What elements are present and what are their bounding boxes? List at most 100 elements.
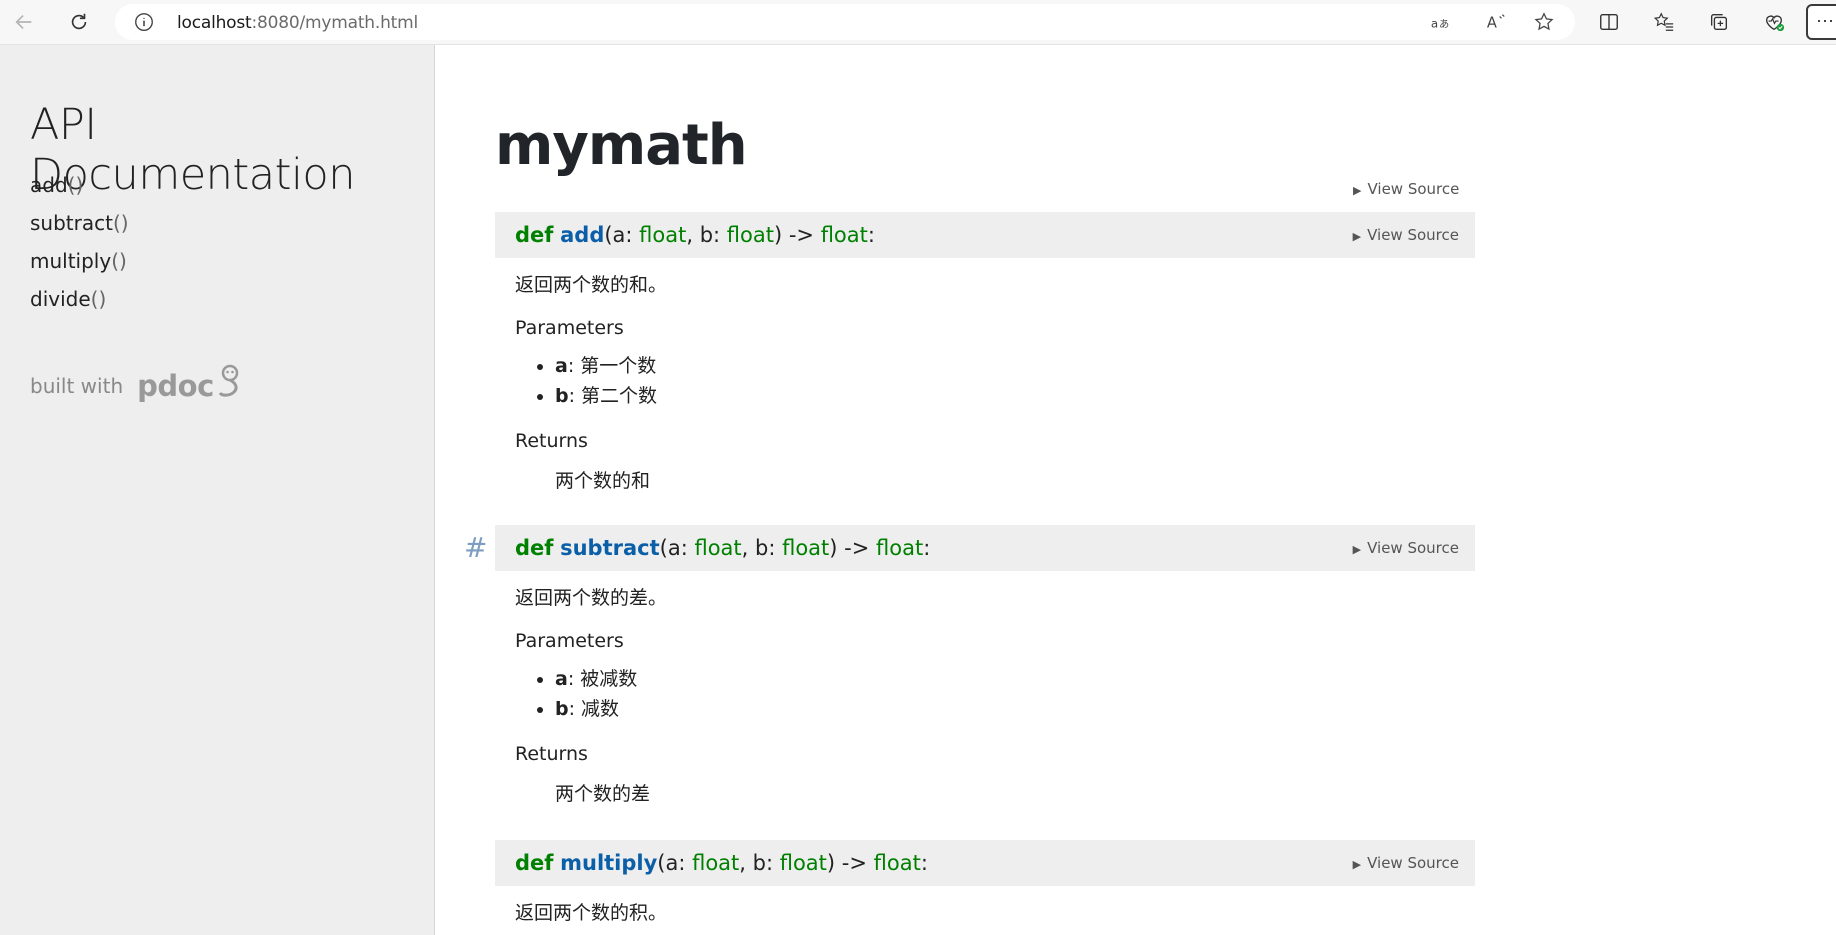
read-aloud-icon[interactable]: A	[1485, 11, 1507, 33]
signature-part: , b:	[741, 536, 783, 560]
function-docstring: 返回两个数的积。	[495, 898, 1475, 926]
disclosure-triangle-icon: ▶	[1352, 543, 1362, 556]
pdoc-snake-icon	[218, 364, 239, 397]
signature-part: ) ->	[829, 536, 876, 560]
list-item: b: 减数	[555, 694, 1475, 724]
anchor-link[interactable]: #	[464, 525, 487, 571]
type-annotation: float	[726, 223, 774, 247]
param-desc: : 减数	[568, 698, 620, 720]
settings-more-button[interactable]: ···	[1806, 4, 1836, 40]
sidebar-item-label: divide	[30, 287, 91, 311]
url-path: :8080/mymath.html	[251, 13, 419, 33]
split-screen-icon	[1600, 13, 1618, 31]
type-annotation: float	[779, 851, 827, 875]
disclosure-triangle-icon: ▶	[1352, 230, 1362, 243]
sidebar-item-label: add	[30, 173, 68, 197]
returns-heading: Returns	[515, 743, 588, 765]
keyword-def: def	[515, 536, 554, 560]
signature-part: ) ->	[773, 223, 821, 247]
view-source-label: View Source	[1367, 539, 1459, 557]
pdoc-logo-text: pdoc	[137, 369, 214, 403]
collections-button[interactable]	[1703, 6, 1735, 38]
svg-text:a: a	[1431, 17, 1438, 31]
docstring-summary: 返回两个数的和。	[515, 274, 668, 296]
list-item: a: 被减数	[555, 664, 1475, 694]
module-title: mymath	[495, 113, 748, 178]
svg-text:A: A	[1487, 15, 1497, 32]
url-text[interactable]: localhost:8080/mymath.html	[177, 13, 418, 33]
star-icon[interactable]	[1533, 11, 1555, 33]
list-item: b: 第二个数	[555, 381, 1475, 411]
sidebar-item-subtract[interactable]: subtract()	[30, 211, 129, 249]
info-icon[interactable]	[133, 11, 155, 33]
signature-part: ) ->	[826, 851, 874, 875]
sidebar-item-paren: ()	[90, 287, 107, 311]
return-type: float	[876, 536, 924, 560]
favorites-icon	[1653, 12, 1674, 31]
module-view-source[interactable]: ▶ View Source	[1353, 180, 1459, 198]
address-bar[interactable]: localhost:8080/mymath.html aあ A	[115, 4, 1575, 40]
disclosure-triangle-icon: ▶	[1353, 184, 1362, 197]
docstring-summary: 返回两个数的差。	[515, 587, 668, 609]
svg-text:あ: あ	[1439, 19, 1449, 31]
signature-part: , b:	[739, 851, 780, 875]
split-screen-button[interactable]	[1593, 6, 1625, 38]
function-signature: def multiply(a: float, b: float) -> floa…	[495, 840, 1475, 886]
param-name: b	[555, 698, 569, 720]
param-name: b	[555, 385, 569, 407]
function-docstring: 返回两个数的差。 Parameters a: 被减数 b: 减数 Returns…	[495, 583, 1475, 805]
param-desc: : 第一个数	[567, 355, 657, 377]
signature-part: :	[923, 536, 931, 560]
built-with-label: built with	[30, 374, 124, 398]
sidebar-item-paren: ()	[67, 173, 84, 197]
signature-part: :	[920, 851, 928, 875]
sidebar-item-paren: ()	[112, 211, 129, 235]
parameters-list: a: 被减数 b: 减数	[515, 664, 1475, 724]
sidebar-nav: add() subtract() multiply() divide()	[30, 173, 129, 325]
sidebar-item-add[interactable]: add()	[30, 173, 129, 211]
param-desc: : 第二个数	[568, 385, 658, 407]
main-content: mymath ▶ View Source def add(a: float, b:…	[435, 45, 1836, 935]
returns-heading: Returns	[515, 430, 588, 452]
returns-desc: 两个数的和	[555, 470, 651, 492]
back-arrow-icon	[15, 14, 32, 30]
returns-desc: 两个数的差	[555, 783, 651, 805]
type-annotation: float	[782, 536, 830, 560]
function-name[interactable]: subtract	[560, 536, 660, 560]
browser-essentials-button[interactable]	[1758, 6, 1790, 38]
return-type: float	[873, 851, 921, 875]
browser-toolbar: localhost:8080/mymath.html aあ A ···	[0, 0, 1836, 45]
signature-part: , b:	[686, 223, 727, 247]
signature-part: (a:	[604, 223, 640, 247]
docstring-summary: 返回两个数的积。	[515, 902, 668, 924]
function-name[interactable]: multiply	[560, 851, 657, 875]
function-subtract: # def subtract(a: float, b: float) -> fl…	[464, 525, 1475, 805]
url-host: localhost	[177, 13, 252, 33]
function-name[interactable]: add	[560, 223, 604, 247]
view-source-toggle[interactable]: ▶ View Source	[1353, 212, 1459, 260]
collections-icon	[1710, 13, 1728, 31]
type-annotation: float	[639, 223, 687, 247]
signature-part: :	[867, 223, 875, 247]
view-source-label: View Source	[1367, 180, 1460, 198]
view-source-toggle[interactable]: ▶ View Source	[1353, 840, 1459, 888]
sidebar-item-label: subtract	[30, 211, 113, 235]
sidebar-item-multiply[interactable]: multiply()	[30, 249, 129, 287]
function-signature: def add(a: float, b: float) -> float: ▶ V…	[495, 212, 1475, 258]
sidebar-item-label: multiply	[30, 249, 112, 273]
back-button[interactable]	[8, 6, 40, 38]
favorites-button[interactable]	[1648, 6, 1680, 38]
parameters-heading: Parameters	[515, 630, 624, 652]
param-name: a	[555, 668, 568, 690]
signature-part: (a:	[659, 536, 695, 560]
view-source-toggle[interactable]: ▶ View Source	[1353, 525, 1459, 573]
built-with-pdoc[interactable]: built with pdoc	[30, 363, 244, 409]
list-item: a: 第一个数	[555, 351, 1475, 381]
return-type: float	[820, 223, 868, 247]
refresh-button[interactable]	[63, 6, 95, 38]
translate-icon[interactable]: aあ	[1430, 11, 1452, 33]
function-docstring: 返回两个数的和。 Parameters a: 第一个数 b: 第二个数 Retu…	[495, 270, 1475, 492]
sidebar-item-divide[interactable]: divide()	[30, 287, 129, 325]
disclosure-triangle-icon: ▶	[1352, 858, 1362, 871]
param-name: a	[555, 355, 568, 377]
